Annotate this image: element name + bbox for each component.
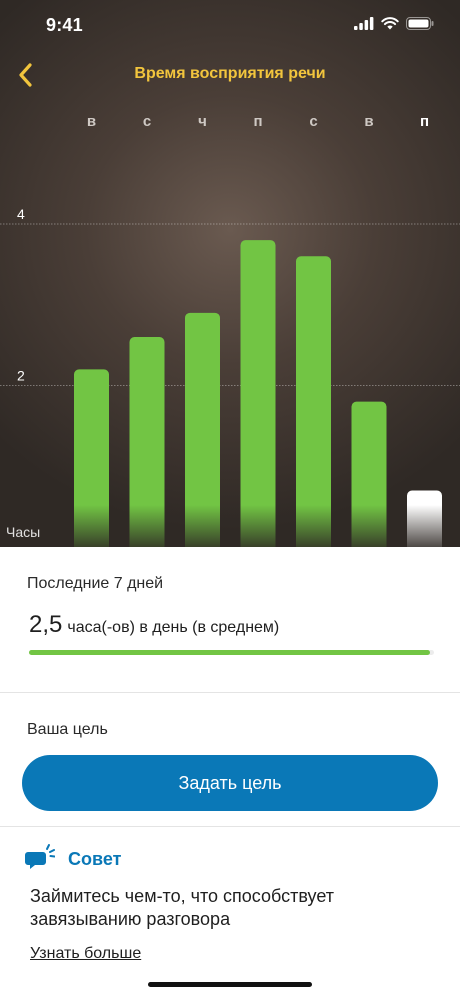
y-tick-label: 2 [17, 368, 25, 384]
average-unit: часа(-ов) в день (в среднем) [67, 619, 280, 636]
average-progress-fill [29, 650, 430, 655]
home-indicator [148, 982, 312, 987]
summary-section: Последние 7 дней 2,5 часа(-ов) в день (в… [0, 547, 460, 693]
set-goal-button[interactable]: Задать цель [22, 755, 438, 811]
tip-body: Займитесь чем-то, что способствует завяз… [30, 886, 334, 929]
summary-heading: Последние 7 дней [27, 575, 164, 592]
bar[interactable] [296, 256, 331, 547]
tip-section: Совет Займитесь чем-то, что способствует… [0, 827, 460, 996]
average-progress-bar [29, 650, 434, 655]
chat-bubble-icon [25, 844, 55, 869]
average-readout: 2,5 часа(-ов) в день (в среднем) [29, 611, 279, 639]
x-tick-label: п [420, 113, 429, 130]
chart-panel: 9:41 Время восприятия речи 2 4 в с ч п с… [0, 0, 460, 547]
y-tick-label: 4 [17, 206, 25, 222]
bar-chart: 2 4 в с ч п с в п Часы [0, 113, 460, 547]
x-tick-label: с [309, 113, 317, 130]
y-axis-label: Часы [6, 524, 40, 540]
x-tick-label: с [143, 113, 151, 130]
bar[interactable] [240, 240, 276, 547]
x-tick-label: в [364, 113, 373, 130]
average-value: 2,5 [29, 611, 63, 638]
goal-section: Ваша цель Задать цель [0, 693, 460, 827]
tip-title: Совет [68, 849, 122, 869]
x-tick-label: п [253, 113, 262, 130]
learn-more-link[interactable]: Узнать больше [30, 945, 141, 963]
goal-heading: Ваша цель [27, 721, 108, 738]
bottom-fade [0, 505, 460, 547]
x-tick-label: ч [198, 113, 207, 130]
x-tick-label: в [87, 113, 96, 130]
